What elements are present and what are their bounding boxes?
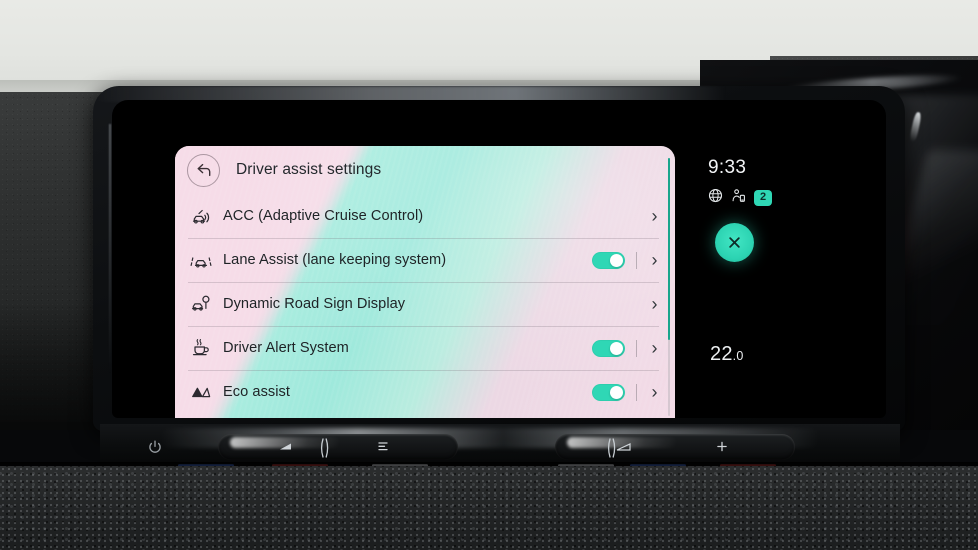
volume-slider[interactable] [218, 434, 458, 460]
status-icons: 2 [708, 188, 773, 208]
list-item-label: Lane Assist (lane keeping system) [223, 252, 447, 268]
driver-alert-system-toggle[interactable] [592, 339, 625, 357]
temp-increase-icon [717, 441, 727, 452]
list-item-label: ACC (Adaptive Cruise Control) [223, 208, 424, 224]
bezel-left-edge [109, 124, 111, 374]
volume-low-icon [280, 443, 291, 450]
chevron-right-icon[interactable]: › [648, 382, 661, 403]
notification-badge[interactable]: 2 [754, 189, 773, 207]
close-button[interactable] [715, 223, 754, 262]
globe-icon [708, 188, 723, 208]
list-item-lane-assist[interactable]: Lane Assist (lane keeping system) › [175, 238, 675, 282]
list-item-acc[interactable]: ACC (Adaptive Cruise Control) › [175, 194, 675, 238]
eco-assist-icon [188, 381, 214, 403]
temperature-readout[interactable]: 22.0 [710, 343, 743, 366]
slider-grip-right[interactable] [605, 437, 619, 459]
page-title: Driver assist settings [236, 161, 382, 178]
status-column: 9:33 2 22.0 [692, 100, 886, 418]
settings-list: ACC (Adaptive Cruise Control) › Lane Ass… [175, 194, 675, 418]
list-item-driver-alert-system[interactable]: Driver Alert System › [175, 326, 675, 370]
list-item-actions: › [592, 382, 675, 403]
car-infotainment-scene: Driver assist settings ACC (Adaptive Cru… [0, 0, 978, 550]
adaptive-cruise-control-icon [188, 205, 214, 227]
list-item-actions: › [592, 250, 675, 271]
road-sign-display-icon [188, 293, 214, 315]
list-item-actions: › [648, 294, 675, 315]
row-divider [636, 251, 637, 269]
back-arrow-icon [197, 163, 210, 177]
infotainment-lcd: Driver assist settings ACC (Adaptive Cru… [112, 100, 886, 418]
toggle-knob [609, 385, 623, 399]
lane-assist-toggle[interactable] [592, 251, 625, 269]
temperature-slider[interactable] [555, 434, 795, 460]
phone-user-icon [731, 188, 746, 208]
clock: 9:33 [708, 157, 747, 178]
temperature-decimal: .0 [732, 349, 744, 363]
chevron-right-icon[interactable]: › [648, 206, 661, 227]
close-x-icon [729, 237, 740, 248]
lane-assist-icon [188, 249, 214, 271]
chevron-right-icon[interactable]: › [648, 294, 661, 315]
carpet-trim [0, 466, 978, 550]
row-divider [636, 339, 637, 357]
list-item-actions: › [648, 206, 675, 227]
coffee-cup-icon [188, 337, 214, 359]
list-item-actions: › [592, 338, 675, 359]
eco-assist-toggle[interactable] [592, 383, 625, 401]
row-divider [636, 383, 637, 401]
volume-high-icon [378, 442, 388, 451]
toggle-knob [609, 341, 623, 355]
chevron-right-icon[interactable]: › [648, 338, 661, 359]
panel-header: Driver assist settings [175, 146, 675, 194]
back-button[interactable] [187, 153, 220, 187]
power-icon[interactable] [148, 440, 162, 454]
chevron-right-icon[interactable]: › [648, 250, 661, 271]
toggle-knob [609, 253, 623, 267]
list-item-label: Eco assist [223, 384, 291, 400]
list-item-label: Driver Alert System [223, 340, 349, 356]
list-item-eco-assist[interactable]: Eco assist › [175, 370, 675, 414]
list-item-road-sign-display[interactable]: Dynamic Road Sign Display › [175, 282, 675, 326]
driver-assist-settings-panel: Driver assist settings ACC (Adaptive Cru… [175, 146, 675, 418]
temperature-whole: 22 [710, 343, 733, 365]
slider-grip-left[interactable] [318, 437, 332, 459]
list-item-label: Dynamic Road Sign Display [223, 296, 406, 312]
